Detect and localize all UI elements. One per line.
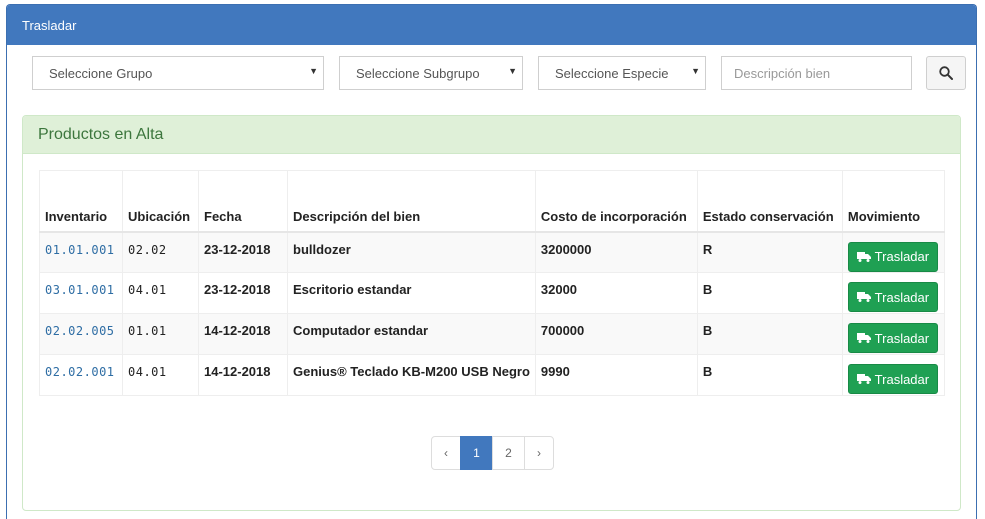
cell-inventario[interactable]: 03.01.001 (39, 272, 123, 314)
search-button[interactable] (926, 56, 966, 90)
table-row: 01.01.001 02.02 23-12-2018 bulldozer 320… (39, 231, 946, 273)
cell-costo: 32000 (534, 272, 698, 314)
truck-icon (856, 292, 871, 302)
inventario-link[interactable]: 03.01.001 (45, 283, 115, 297)
pagination-page-1[interactable]: 1 (460, 436, 493, 470)
header-movimiento: Movimiento (841, 170, 946, 233)
inventario-link[interactable]: 02.02.001 (45, 365, 115, 379)
table-header-row: Inventario Ubicación Fecha Descripción d… (39, 170, 946, 233)
especie-select[interactable]: Seleccione Especie ▼ (538, 56, 706, 90)
header-costo: Costo de incorporación (534, 170, 698, 233)
table-row: 02.02.001 04.01 14-12-2018 Genius® Tecla… (39, 354, 946, 396)
inventario-link[interactable]: 02.02.005 (45, 324, 115, 338)
pagination: ‹ 1 2 › (431, 436, 554, 470)
pagination-page-2[interactable]: 2 (492, 436, 525, 470)
header-descripcion: Descripción del bien (287, 170, 536, 233)
subgrupo-select[interactable]: Seleccione Subgrupo ▼ (339, 56, 523, 90)
ubicacion-value: 01.01 (128, 324, 167, 338)
cell-movimiento: Trasladar (841, 354, 946, 396)
header-fecha: Fecha (198, 170, 288, 233)
cell-estado: B (696, 313, 843, 355)
trasladar-label: Trasladar (874, 249, 930, 264)
descripcion-input[interactable]: Descripción bien (721, 56, 912, 90)
header-estado: Estado conservación (696, 170, 843, 233)
trasladar-label: Trasladar (874, 330, 930, 346)
chevron-down-icon: ▼ (508, 66, 517, 76)
table-row: 03.01.001 04.01 23-12-2018 Escritorio es… (39, 272, 946, 314)
products-panel-title: Productos en Alta (23, 116, 960, 154)
pagination-next[interactable]: › (524, 436, 554, 470)
cell-ubicacion: 04.01 (122, 272, 199, 314)
inventario-link[interactable]: 01.01.001 (45, 243, 115, 257)
cell-fecha: 23-12-2018 (198, 231, 288, 273)
search-icon (939, 66, 953, 80)
cell-costo: 3200000 (534, 231, 698, 273)
cell-descripcion: Genius® Teclado KB-M200 USB Negro (287, 354, 536, 396)
panel-title: Trasladar (7, 5, 976, 45)
chevron-down-icon: ▼ (691, 66, 700, 76)
cell-fecha: 14-12-2018 (198, 313, 288, 355)
truck-icon (856, 333, 871, 343)
truck-icon (856, 374, 871, 384)
cell-inventario[interactable]: 02.02.005 (39, 313, 123, 355)
cell-inventario[interactable]: 02.02.001 (39, 354, 123, 396)
cell-costo: 9990 (534, 354, 698, 396)
ubicacion-value: 02.02 (128, 242, 167, 257)
cell-movimiento: Trasladar (841, 272, 946, 314)
cell-inventario[interactable]: 01.01.001 (39, 231, 123, 273)
trasladar-label: Trasladar (874, 371, 930, 387)
cell-ubicacion: 04.01 (122, 354, 199, 396)
cell-estado: R (696, 231, 843, 273)
cell-movimiento: Trasladar (841, 231, 946, 273)
cell-estado: B (696, 354, 843, 396)
header-inventario: Inventario (39, 170, 123, 233)
subgrupo-select-value: Seleccione Subgrupo (356, 66, 480, 81)
truck-icon (856, 251, 871, 262)
header-ubicacion: Ubicación (122, 170, 199, 233)
cell-movimiento: Trasladar (841, 313, 946, 355)
products-panel: Productos en Alta Inventario Ubicación F… (22, 115, 961, 511)
cell-descripcion: bulldozer (287, 231, 536, 273)
trasladar-button[interactable]: Trasladar (847, 364, 938, 394)
ubicacion-value: 04.01 (128, 365, 167, 379)
cell-estado: B (696, 272, 843, 314)
pagination-prev[interactable]: ‹ (431, 436, 461, 470)
trasladar-button[interactable]: Trasladar (847, 323, 938, 353)
products-table: Inventario Ubicación Fecha Descripción d… (39, 170, 946, 396)
cell-descripcion: Escritorio estandar (287, 272, 536, 314)
grupo-select-value: Seleccione Grupo (49, 66, 153, 81)
cell-fecha: 23-12-2018 (198, 272, 288, 314)
especie-select-value: Seleccione Especie (555, 66, 669, 81)
chevron-down-icon: ▼ (309, 66, 318, 76)
table-row: 02.02.005 01.01 14-12-2018 Computador es… (39, 313, 946, 355)
cell-ubicacion: 02.02 (122, 231, 199, 273)
cell-descripcion: Computador estandar (287, 313, 536, 355)
descripcion-placeholder: Descripción bien (734, 66, 831, 81)
cell-costo: 700000 (534, 313, 698, 355)
ubicacion-value: 04.01 (128, 283, 167, 297)
trasladar-label: Trasladar (874, 289, 930, 305)
grupo-select[interactable]: Seleccione Grupo ▼ (32, 56, 324, 90)
trasladar-button[interactable]: Trasladar (847, 241, 938, 272)
cell-fecha: 14-12-2018 (198, 354, 288, 396)
cell-ubicacion: 01.01 (122, 313, 199, 355)
trasladar-button[interactable]: Trasladar (847, 282, 938, 312)
